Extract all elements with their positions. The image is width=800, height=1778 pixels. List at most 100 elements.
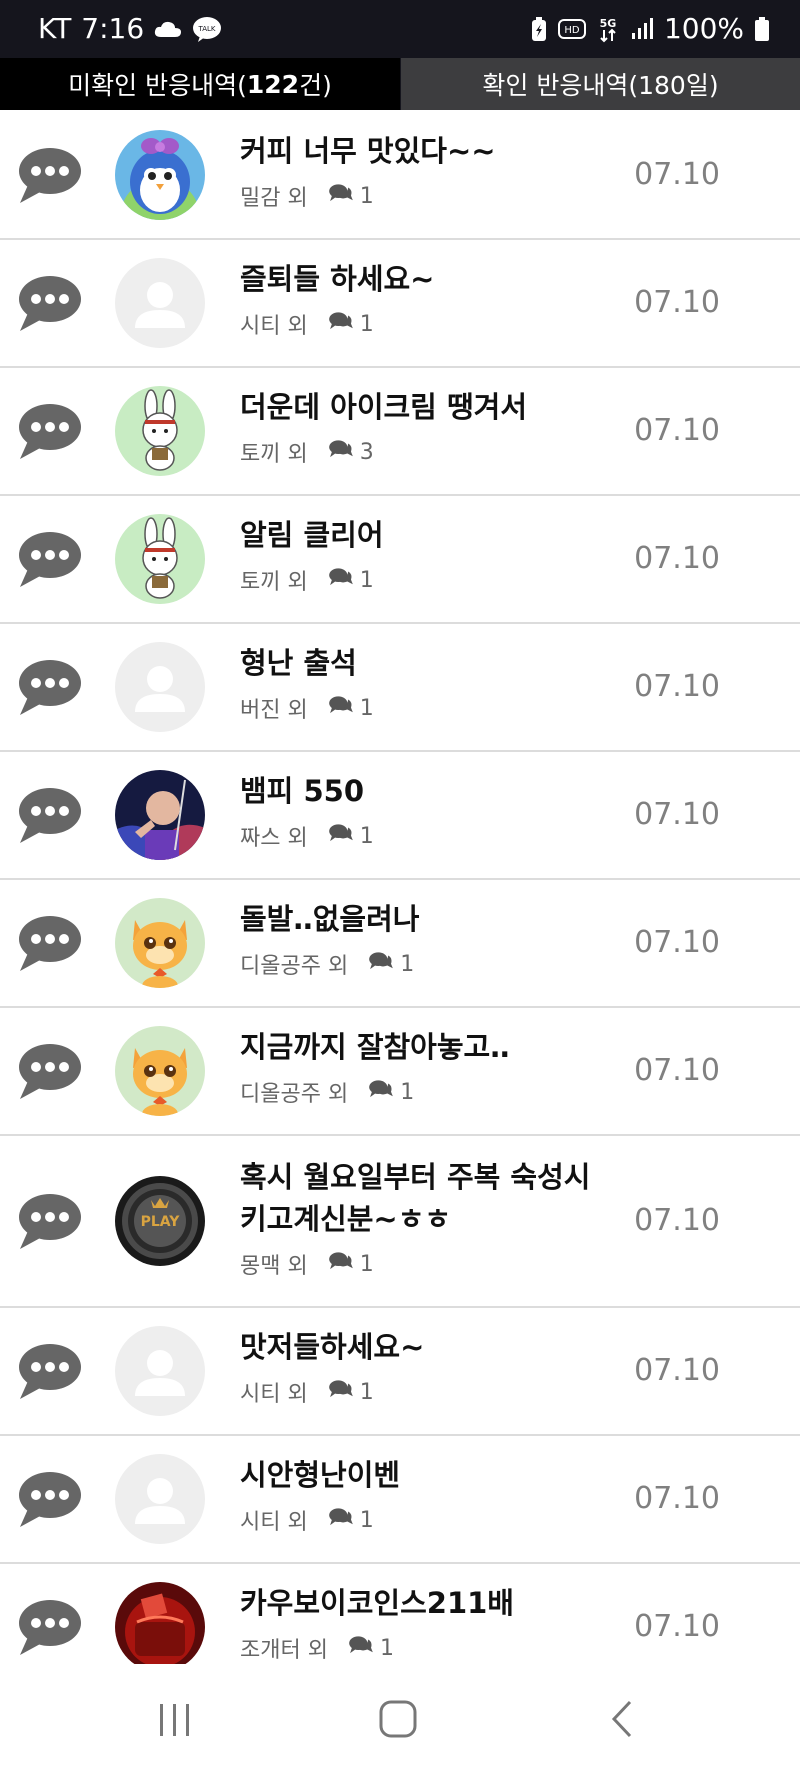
reaction-text: 커피 너무 맛있다~~ 밀감 외 1 — [240, 130, 620, 212]
reaction-row[interactable]: 맛저들하세요~ 시티 외 1 07.10 — [0, 1308, 800, 1436]
reactor-name: 짜스 외 — [240, 826, 308, 851]
reaction-text: 형난 출석버진 외 1 — [240, 642, 620, 724]
comment-count: 1 — [359, 311, 374, 337]
svg-text:5G: 5G — [600, 17, 617, 30]
avatar[interactable] — [115, 1326, 205, 1416]
reactor-name: 토끼 외 — [240, 442, 308, 467]
signal-icon — [631, 17, 653, 39]
comment-icon — [328, 1251, 354, 1277]
battery-percent: 100% — [663, 12, 744, 45]
reaction-row[interactable]: 더운데 아이크림 땡겨서 토끼 외 3 07.10 — [0, 368, 800, 496]
reactor-name: 시티 외 — [240, 1510, 308, 1535]
reaction-text: 맛저들하세요~ 시티 외 1 — [240, 1326, 620, 1408]
comment-icon — [328, 183, 354, 209]
post-meta: 토끼 외 3 — [240, 436, 620, 468]
reaction-text: 돌발‥없을려나 디올공주 외 1 — [240, 898, 620, 980]
chat-bubble-icon — [16, 273, 82, 333]
reaction-text: 알림 클리어 토끼 외 1 — [240, 514, 620, 596]
comment-count: 1 — [359, 567, 374, 593]
reaction-date: 07.10 — [634, 413, 720, 448]
home-icon[interactable] — [368, 1694, 428, 1744]
avatar[interactable] — [115, 642, 205, 732]
reactor-name: 몽맥 외 — [240, 1254, 308, 1279]
battery-icon — [755, 16, 769, 41]
chat-bubble-icon — [16, 145, 82, 205]
recent-apps-icon[interactable] — [144, 1694, 204, 1744]
reaction-date: 07.10 — [634, 285, 720, 320]
reaction-row[interactable]: 커피 너무 맛있다~~ 밀감 외 1 07.10 — [0, 112, 800, 240]
reaction-row[interactable]: 돌발‥없을려나 디올공주 외 1 07.10 — [0, 880, 800, 1008]
tab-unread-reactions[interactable]: 미확인 반응내역(122 건) — [0, 58, 400, 110]
post-meta: 디올공주 외 1 — [240, 948, 620, 980]
post-meta: 밀감 외 1 — [240, 180, 620, 212]
tab-unread-suffix: 건) — [299, 71, 332, 100]
post-meta: 버진 외 1 — [240, 692, 620, 724]
post-title: 형난 출석 — [240, 646, 357, 680]
avatar[interactable] — [115, 770, 205, 860]
reaction-text: 혹시 월요일부터 주복 숙성시 키고계신분~ㅎㅎ 몽맥 외 1 — [240, 1156, 620, 1280]
chat-bubble-icon — [16, 1469, 82, 1529]
comment-count: 1 — [359, 695, 374, 721]
comment-count: 1 — [400, 1079, 415, 1105]
reaction-date: 07.10 — [634, 541, 720, 576]
reaction-row[interactable]: 즐퇴들 하세요~ 시티 외 1 07.10 — [0, 240, 800, 368]
comment-icon — [368, 1079, 394, 1105]
cloud-icon — [155, 21, 182, 37]
5g-icon: 5G — [600, 17, 617, 42]
reaction-date: 07.10 — [634, 157, 720, 192]
reaction-row[interactable]: PLAY 혹시 월요일부터 주복 숙성시 키고계신분~ㅎㅎ 몽맥 외 1 07.10 — [0, 1136, 800, 1308]
reaction-row[interactable]: 알림 클리어 토끼 외 1 07.10 — [0, 496, 800, 624]
avatar[interactable] — [115, 130, 205, 220]
chat-bubble-icon — [16, 1191, 82, 1251]
chat-bubble-icon — [16, 657, 82, 717]
chat-bubble-icon — [16, 529, 82, 589]
reaction-date: 07.10 — [634, 1353, 720, 1388]
avatar[interactable] — [115, 514, 205, 604]
comment-icon — [328, 823, 354, 849]
avatar[interactable] — [115, 1582, 205, 1672]
comment-icon — [348, 1635, 374, 1661]
post-title: 카우보이코인스211배 — [240, 1586, 514, 1620]
tab-unread-label: 미확인 반응내역( — [68, 71, 247, 100]
avatar[interactable] — [115, 1026, 205, 1116]
comment-icon — [328, 695, 354, 721]
reaction-date: 07.10 — [634, 925, 720, 960]
comment-count: 1 — [379, 1635, 394, 1661]
svg-text:PLAY: PLAY — [141, 1214, 181, 1230]
reactor-name: 디올공주 외 — [240, 954, 349, 979]
status-bar: KT 7:16 TALK HD 5G 100% — [0, 0, 800, 58]
reaction-row[interactable]: 시안형난이벤 시티 외 1 07.10 — [0, 1436, 800, 1564]
comment-count: 1 — [359, 1379, 374, 1405]
avatar[interactable] — [115, 1454, 205, 1544]
post-meta: 디올공주 외 1 — [240, 1076, 620, 1108]
reaction-row[interactable]: 지금까지 잘참아놓고‥ 디올공주 외 1 07.10 — [0, 1008, 800, 1136]
reaction-date: 07.10 — [634, 1053, 720, 1088]
reactor-name: 시티 외 — [240, 314, 308, 339]
reactor-name: 버진 외 — [240, 698, 308, 723]
chat-bubble-icon — [16, 1597, 82, 1657]
comment-icon — [368, 951, 394, 977]
post-meta: 조개터 외 1 — [240, 1632, 620, 1664]
svg-text:TALK: TALK — [198, 25, 216, 33]
post-title: 커피 너무 맛있다~~ — [240, 134, 496, 168]
reaction-row[interactable]: 뱀피 550 짜스 외 1 07.10 — [0, 752, 800, 880]
reaction-text: 더운데 아이크림 땡겨서 토끼 외 3 — [240, 386, 620, 468]
svg-text:HD: HD — [564, 25, 580, 36]
avatar[interactable] — [115, 386, 205, 476]
reactor-name: 조개터 외 — [240, 1638, 328, 1663]
post-title: 즐퇴들 하세요~ — [240, 262, 435, 296]
avatar[interactable] — [115, 258, 205, 348]
post-title: 뱀피 550 — [240, 774, 364, 808]
post-meta: 토끼 외 1 — [240, 564, 620, 596]
reaction-row[interactable]: 형난 출석 버진 외 1 07.10 — [0, 624, 800, 752]
comment-count: 1 — [359, 1251, 374, 1277]
chat-bubble-icon — [16, 1041, 82, 1101]
chat-bubble-icon — [16, 401, 82, 461]
avatar[interactable] — [115, 898, 205, 988]
avatar[interactable]: PLAY — [115, 1176, 205, 1266]
comment-count: 1 — [359, 823, 374, 849]
reaction-date: 07.10 — [634, 1203, 720, 1238]
tab-read-reactions[interactable]: 확인 반응내역(180일) — [401, 58, 800, 110]
post-meta: 짜스 외 1 — [240, 820, 620, 852]
back-icon[interactable] — [592, 1694, 652, 1744]
